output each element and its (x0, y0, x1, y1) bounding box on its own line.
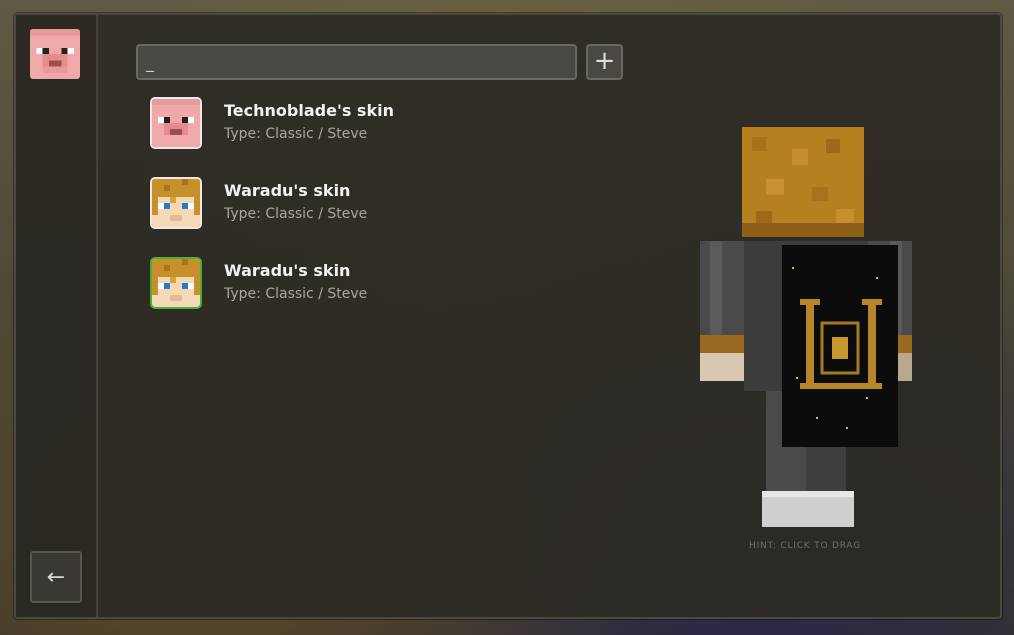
preview-hint: HINT: CLICK TO DRAG (749, 541, 861, 551)
skin-type: Type: Classic / Steve (224, 206, 368, 222)
sidebar: ← (16, 15, 98, 617)
skin-type: Type: Classic / Steve (224, 286, 368, 302)
skin-preview-model[interactable] (696, 127, 916, 527)
blonde-head-icon (150, 177, 202, 229)
skin-list: Technoblade's skin Type: Classic / Steve (150, 97, 570, 337)
search-input[interactable] (136, 44, 577, 80)
arrow-left-icon: ← (46, 564, 66, 590)
skin-name: Waradu's skin (224, 181, 351, 200)
blonde-head-icon (150, 257, 202, 309)
skin-name: Waradu's skin (224, 261, 351, 280)
pig-head-icon (150, 97, 202, 149)
skin-item-waradu[interactable]: Waradu's skin Type: Classic / Steve (150, 177, 570, 257)
plus-icon: + (593, 46, 616, 76)
skin-type: Type: Classic / Steve (224, 126, 368, 142)
pig-head-icon[interactable] (30, 29, 80, 79)
skin-name: Technoblade's skin (224, 101, 394, 120)
skin-item-waradu-selected[interactable]: Waradu's skin Type: Classic / Steve (150, 257, 570, 337)
skin-item-technoblade[interactable]: Technoblade's skin Type: Classic / Steve (150, 97, 570, 177)
back-button[interactable]: ← (30, 551, 82, 603)
skin-selector-panel: ← + Technoblade's skin Ty (14, 13, 1002, 619)
add-skin-button[interactable]: + (586, 44, 623, 80)
